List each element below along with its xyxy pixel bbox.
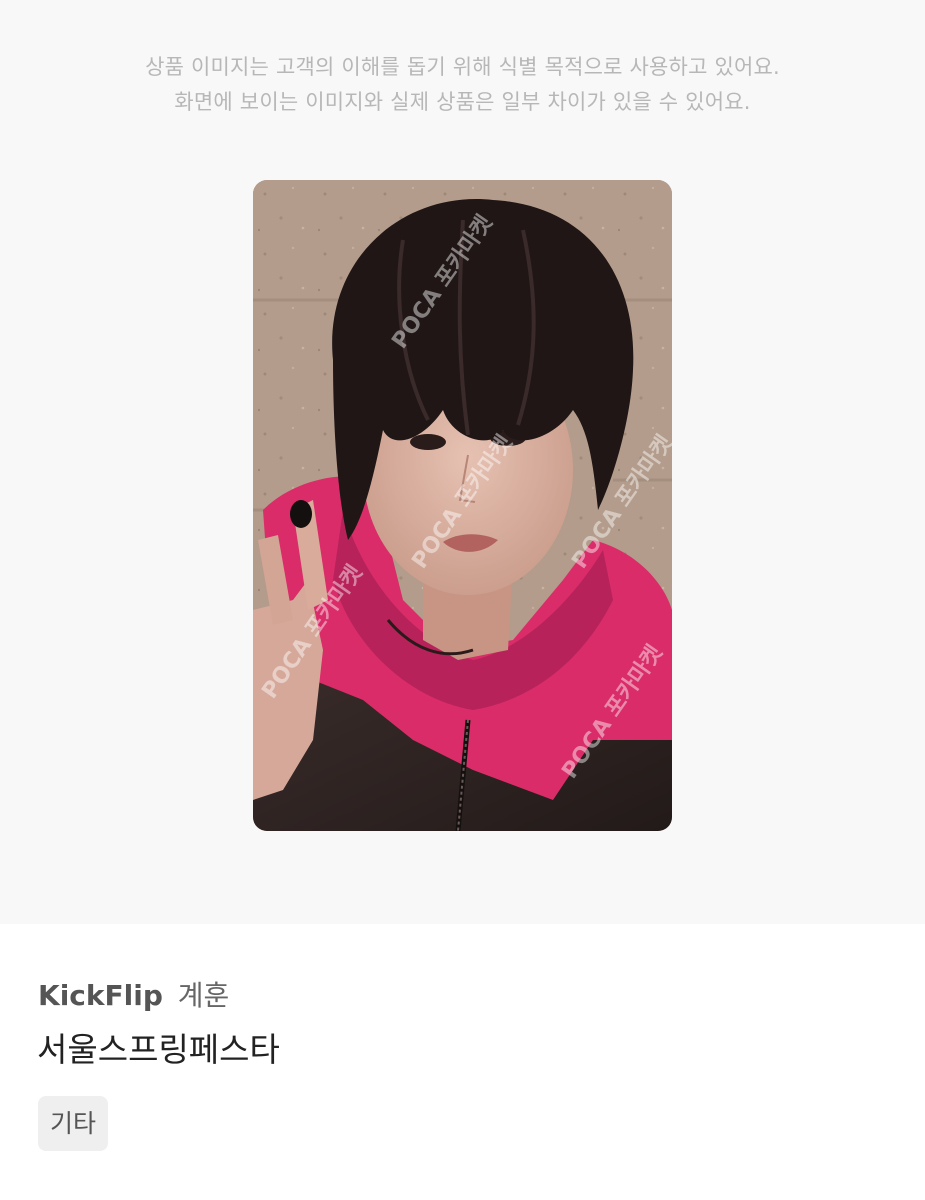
product-artist: KickFlip 계훈 (38, 978, 229, 1014)
product-title: 서울스프링페스타 (37, 1030, 280, 1069)
image-disclaimer-line-1: 상품 이미지는 고객의 이해를 돕기 위해 식별 목적으로 사용하고 있어요. (145, 55, 780, 79)
member-name[interactable]: 계훈 (178, 979, 230, 1012)
group-name[interactable]: KickFlip (38, 979, 163, 1012)
category-tag[interactable]: 기타 (38, 1096, 109, 1151)
photocard-illustration: POCA 포카마켓 POCA 포카마켓 POCA 포카마켓 POCA 포카마켓 … (253, 180, 672, 831)
product-photocard-image[interactable]: POCA 포카마켓 POCA 포카마켓 POCA 포카마켓 POCA 포카마켓 … (253, 180, 672, 831)
product-info: KickFlip 계훈 서울스프링페스타 기타 (0, 924, 925, 1200)
product-image-area: 상품 이미지는 고객의 이해를 돕기 위해 식별 목적으로 사용하고 있어요. … (0, 0, 925, 924)
image-disclaimer: 상품 이미지는 고객의 이해를 돕기 위해 식별 목적으로 사용하고 있어요. … (0, 50, 925, 120)
image-disclaimer-line-2: 화면에 보이는 이미지와 실제 상품은 일부 차이가 있을 수 있어요. (174, 90, 751, 114)
